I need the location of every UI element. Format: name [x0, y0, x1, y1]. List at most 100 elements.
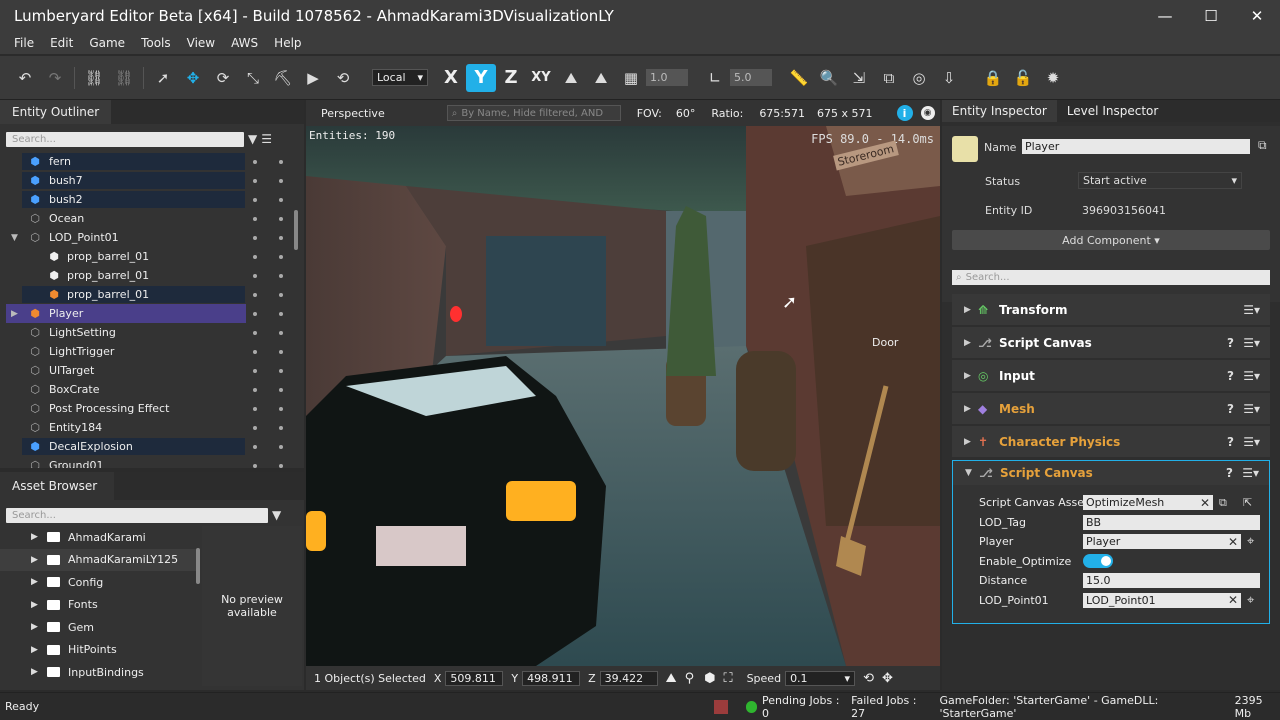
open-editor-icon[interactable]: ⇱	[1243, 496, 1252, 509]
help-icon[interactable]: ?	[1226, 466, 1233, 480]
lock-dot-icon[interactable]	[279, 330, 283, 335]
z-input[interactable]: 39.422	[599, 670, 658, 686]
outliner-row[interactable]: ⬢ prop_barrel_01	[0, 285, 304, 304]
property-value-input[interactable]: BB	[1083, 514, 1260, 530]
align-icon[interactable]: ⇲	[844, 64, 874, 92]
visibility-dot-icon[interactable]	[253, 235, 257, 240]
menu-view[interactable]: View	[179, 36, 223, 50]
lock-dot-icon[interactable]	[279, 273, 283, 278]
outliner-row[interactable]: ⬡ Entity184	[0, 418, 304, 437]
expand-arrow-icon[interactable]: ▶	[31, 622, 38, 632]
terrain-snap-icon[interactable]: ⛰	[666, 671, 677, 686]
outliner-row[interactable]: ⬡ Post Processing Effect	[0, 399, 304, 418]
property-value-input[interactable]: 15.0	[1083, 573, 1260, 589]
help-icon[interactable]: ?	[1227, 402, 1234, 416]
component-menu-icon[interactable]: ☰▾	[1243, 435, 1260, 449]
expand-arrow-icon[interactable]: ▶	[31, 577, 38, 587]
visibility-dot-icon[interactable]	[253, 444, 257, 449]
export-icon[interactable]: ⇩	[934, 64, 964, 92]
tab-entity-outliner[interactable]: Entity Outliner	[0, 100, 112, 124]
outliner-row[interactable]: ⬡ Ocean	[0, 209, 304, 228]
visibility-dot-icon[interactable]	[253, 368, 257, 373]
tab-asset-browser[interactable]: Asset Browser	[0, 472, 114, 500]
component-search-input[interactable]: ⌕ Search...	[952, 270, 1270, 285]
maximize-button[interactable]: ☐	[1188, 0, 1234, 32]
target-picker-icon[interactable]: ⌖	[1247, 593, 1254, 608]
lock-open-icon[interactable]: 🔓	[1008, 64, 1038, 92]
asset-folder-row[interactable]: ▶ AhmadKarami	[0, 526, 200, 549]
lock-dot-icon[interactable]	[279, 178, 283, 183]
lock-dot-icon[interactable]	[279, 292, 283, 297]
asset-scrollbar[interactable]	[196, 548, 200, 584]
lock-dot-icon[interactable]	[279, 368, 283, 373]
outliner-row[interactable]: ⬢ prop_barrel_01	[0, 247, 304, 266]
x-input[interactable]: 509.811	[445, 670, 504, 686]
outliner-row[interactable]: ⬢ fern	[0, 152, 304, 171]
camera-options-icon[interactable]: ◉	[920, 106, 935, 120]
list-menu-icon[interactable]: ☰	[261, 132, 272, 146]
lock-icon[interactable]: 🔒	[978, 64, 1008, 92]
lock-dot-icon[interactable]	[279, 425, 283, 430]
visibility-dot-icon[interactable]	[253, 311, 257, 316]
filter-icon[interactable]: ▼	[248, 132, 257, 146]
menu-aws[interactable]: AWS	[223, 36, 266, 50]
clear-icon[interactable]: ✕	[1228, 593, 1238, 607]
property-value-input[interactable]: LOD_Point01 ✕	[1083, 592, 1241, 608]
outliner-search-input[interactable]: Search...	[6, 131, 244, 147]
outliner-row[interactable]: ⬢ bush2	[0, 190, 304, 209]
y-input[interactable]: 498.911	[522, 670, 581, 686]
sun-icon[interactable]: ✹	[1038, 64, 1068, 92]
outliner-row[interactable]: ⬡ UITarget	[0, 361, 304, 380]
camera-move-icon[interactable]: ⧉	[874, 64, 904, 92]
visibility-dot-icon[interactable]	[253, 216, 257, 221]
link-icon[interactable]: ⛓	[79, 64, 109, 92]
redo-icon[interactable]: ↷	[40, 64, 70, 92]
outliner-row[interactable]: ▶ ⬢ Player	[0, 304, 304, 323]
visibility-dot-icon[interactable]	[253, 387, 257, 392]
speed-select[interactable]: 0.1 ▾	[785, 670, 856, 686]
visibility-dot-icon[interactable]	[253, 273, 257, 278]
component-header[interactable]: ▶ ◎ Input? ☰▾	[952, 360, 1270, 391]
unlink-icon[interactable]: ⛓	[109, 64, 139, 92]
outliner-row[interactable]: ⬢ DecalExplosion	[0, 437, 304, 456]
lock-dot-icon[interactable]	[279, 406, 283, 411]
menu-help[interactable]: Help	[266, 36, 309, 50]
asset-search-input[interactable]: Search...	[6, 507, 268, 523]
visibility-dot-icon[interactable]	[253, 292, 257, 297]
failed-jobs[interactable]: Failed Jobs : 27	[851, 694, 929, 720]
component-header[interactable]: ▶ ⟰ Transform ☰▾	[952, 294, 1270, 325]
visibility-dot-icon[interactable]	[253, 178, 257, 183]
component-header[interactable]: ▶ ✝ Character Physics? ☰▾	[952, 426, 1270, 457]
outliner-row[interactable]: ▼ ⬡ LOD_Point01	[0, 228, 304, 247]
pin-icon[interactable]: ⚲	[685, 671, 695, 686]
lock-dot-icon[interactable]	[279, 463, 283, 468]
target-picker-icon[interactable]: ⌖	[1247, 534, 1254, 549]
expand-arrow-icon[interactable]: ▶	[31, 532, 38, 542]
axis-y-button[interactable]: Y	[466, 63, 496, 92]
outliner-row[interactable]: ⬡ Ground01	[0, 456, 304, 468]
viewport-tab-perspective[interactable]: Perspective	[321, 107, 385, 120]
visibility-dot-icon[interactable]	[253, 159, 257, 164]
magnify-icon[interactable]: 🔍	[814, 64, 844, 92]
play-icon[interactable]: ▶	[298, 64, 328, 92]
outliner-row[interactable]: ⬡ LightSetting	[0, 323, 304, 342]
connection-icon[interactable]	[714, 699, 728, 714]
add-component-button[interactable]: Add Component ▾	[952, 230, 1270, 250]
angle-snap-icon[interactable]: ∟	[700, 64, 730, 92]
outliner-row[interactable]: ⬡ LightTrigger	[0, 342, 304, 361]
lock-dot-icon[interactable]	[279, 311, 283, 316]
lock-dot-icon[interactable]	[279, 235, 283, 240]
browse-icon[interactable]: ⧉	[1219, 496, 1227, 510]
clear-icon[interactable]: ✕	[1200, 496, 1210, 510]
outliner-row[interactable]: ⬢ bush7	[0, 171, 304, 190]
asset-folder-row[interactable]: ▶ InputBindings	[0, 661, 200, 684]
axis-xy-button[interactable]: XY	[526, 64, 556, 92]
component-menu-icon[interactable]: ☰▾	[1243, 402, 1260, 416]
lock-dot-icon[interactable]	[279, 349, 283, 354]
minimize-button[interactable]: —	[1142, 0, 1188, 32]
viewport-search-input[interactable]: ⌕ By Name, Hide filtered, AND	[446, 105, 621, 121]
outliner-row[interactable]: ⬡ BoxCrate	[0, 380, 304, 399]
status-select[interactable]: Start active ▾	[1078, 172, 1242, 189]
visibility-dot-icon[interactable]	[253, 197, 257, 202]
expand-arrow-icon[interactable]: ▶	[31, 645, 38, 655]
